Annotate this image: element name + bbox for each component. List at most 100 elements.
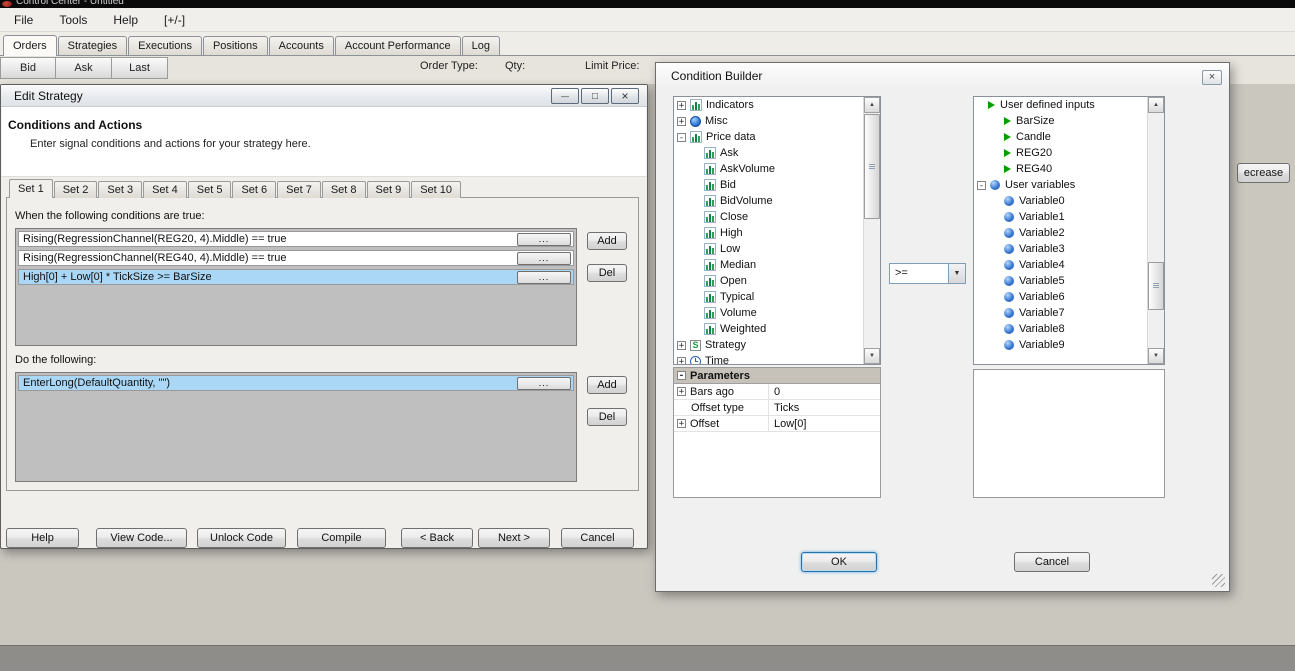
scroll-down-button[interactable] — [1148, 348, 1164, 364]
tree-item-variable1[interactable]: Variable1 — [974, 209, 1147, 225]
left-tree-scrollbar[interactable] — [863, 97, 880, 364]
close-dialog-button[interactable] — [1202, 70, 1222, 85]
scroll-thumb[interactable] — [1148, 262, 1164, 310]
view-code-button[interactable]: View Code... — [96, 528, 187, 548]
minimize-button[interactable] — [551, 88, 579, 104]
tree-item-reg20[interactable]: REG20 — [974, 145, 1147, 161]
scroll-thumb[interactable] — [864, 114, 880, 219]
decrease-button[interactable]: ecrease — [1237, 163, 1290, 183]
tab-set-1[interactable]: Set 1 — [9, 179, 53, 198]
maximize-button[interactable] — [581, 88, 609, 104]
tab-set-2[interactable]: Set 2 — [53, 181, 98, 198]
tree-item-high[interactable]: High — [674, 225, 863, 241]
action-row-1-selected[interactable]: EnterLong(DefaultQuantity, "") ... — [18, 375, 574, 391]
tree-item-ask[interactable]: Ask — [674, 145, 863, 161]
tree-item-close[interactable]: Close — [674, 209, 863, 225]
operator-dropdown[interactable]: >= — [889, 263, 966, 284]
tab-executions[interactable]: Executions — [128, 36, 202, 55]
tree-item-user-variables[interactable]: User variables — [974, 177, 1147, 193]
tree-item-volume[interactable]: Volume — [674, 305, 863, 321]
tab-set-4[interactable]: Set 4 — [143, 181, 187, 198]
parameters-header[interactable]: Parameters — [674, 368, 880, 384]
collapse-minus-icon[interactable] — [977, 180, 986, 190]
condition-row-3-selected[interactable]: High[0] + Low[0] * TickSize >= BarSize .… — [18, 269, 574, 285]
tree-item-variable3[interactable]: Variable3 — [974, 241, 1147, 257]
tab-log[interactable]: Log — [461, 36, 500, 55]
edit-condition-button[interactable]: ... — [517, 232, 571, 246]
edit-condition-button[interactable]: ... — [517, 270, 571, 284]
next-button[interactable]: Next > — [478, 528, 550, 548]
condition-row-2[interactable]: Rising(RegressionChannel(REG40, 4).Middl… — [18, 250, 574, 266]
tree-item-variable5[interactable]: Variable5 — [974, 273, 1147, 289]
tree-item-reg40[interactable]: REG40 — [974, 161, 1147, 177]
tree-item-median[interactable]: Median — [674, 257, 863, 273]
cancel-button[interactable]: Cancel — [1014, 552, 1090, 572]
menu-plus-minus[interactable]: [+/-] — [154, 10, 195, 30]
tree-item-user-defined-inputs[interactable]: User defined inputs — [974, 97, 1147, 113]
tab-orders[interactable]: Orders — [3, 35, 57, 56]
tree-item-indicators[interactable]: Indicators — [674, 97, 863, 113]
tab-set-10[interactable]: Set 10 — [411, 181, 461, 198]
tree-item-misc[interactable]: Misc — [674, 113, 863, 129]
back-button[interactable]: < Back — [401, 528, 473, 548]
edit-action-button[interactable]: ... — [517, 376, 571, 390]
tab-set-8[interactable]: Set 8 — [321, 181, 366, 198]
condition-builder-titlebar[interactable]: Condition Builder — [656, 63, 1229, 89]
help-button[interactable]: Help — [6, 528, 79, 548]
delete-action-button[interactable]: Del — [587, 408, 627, 426]
edit-strategy-titlebar[interactable]: Edit Strategy — [1, 85, 647, 107]
tree-item-variable9[interactable]: Variable9 — [974, 337, 1147, 353]
tab-set-6[interactable]: Set 6 — [232, 181, 277, 198]
compile-button[interactable]: Compile — [297, 528, 386, 548]
tree-item-bidvolume[interactable]: BidVolume — [674, 193, 863, 209]
right-tree-scrollbar[interactable] — [1147, 97, 1164, 364]
menu-tools[interactable]: Tools — [49, 10, 97, 30]
tab-strategies[interactable]: Strategies — [57, 36, 128, 55]
window-titlebar-sliver[interactable]: Control Center - Untitled — [0, 0, 1295, 8]
tree-item-weighted[interactable]: Weighted — [674, 321, 863, 337]
param-value-cell[interactable]: Low[0] — [769, 416, 880, 431]
tab-positions[interactable]: Positions — [202, 36, 268, 55]
param-row-offset[interactable]: Offset Low[0] — [674, 416, 880, 432]
chevron-down-icon[interactable] — [948, 264, 965, 283]
expand-plus-icon[interactable] — [677, 356, 686, 364]
menu-file[interactable]: File — [4, 10, 43, 30]
add-condition-button[interactable]: Add — [587, 232, 627, 250]
ok-button[interactable]: OK — [801, 552, 877, 572]
tab-set-3[interactable]: Set 3 — [98, 181, 143, 198]
tree-item-low[interactable]: Low — [674, 241, 863, 257]
tree-item-variable2[interactable]: Variable2 — [974, 225, 1147, 241]
collapse-minus-icon[interactable] — [677, 132, 686, 142]
tree-item-candle[interactable]: Candle — [974, 129, 1147, 145]
unlock-code-button[interactable]: Unlock Code — [197, 528, 286, 548]
tab-set-7[interactable]: Set 7 — [277, 181, 321, 198]
tab-set-5[interactable]: Set 5 — [187, 181, 232, 198]
close-button[interactable] — [611, 88, 639, 104]
add-action-button[interactable]: Add — [587, 376, 627, 394]
param-value-cell[interactable]: 0 — [769, 384, 880, 399]
param-row-offset-type[interactable]: Offset type Ticks — [674, 400, 880, 416]
scroll-up-button[interactable] — [864, 97, 880, 113]
tree-item-askvolume[interactable]: AskVolume — [674, 161, 863, 177]
tree-item-variable8[interactable]: Variable8 — [974, 321, 1147, 337]
collapse-minus-icon[interactable] — [677, 371, 686, 380]
param-row-bars-ago[interactable]: Bars ago 0 — [674, 384, 880, 400]
column-header-bid[interactable]: Bid — [0, 57, 56, 79]
tab-account-performance[interactable]: Account Performance — [334, 36, 461, 55]
tab-set-9[interactable]: Set 9 — [366, 181, 411, 198]
scroll-up-button[interactable] — [1148, 97, 1164, 113]
tab-accounts[interactable]: Accounts — [268, 36, 334, 55]
tree-item-variable7[interactable]: Variable7 — [974, 305, 1147, 321]
condition-row-1[interactable]: Rising(RegressionChannel(REG20, 4).Middl… — [18, 231, 574, 247]
tree-item-typical[interactable]: Typical — [674, 289, 863, 305]
tree-item-open[interactable]: Open — [674, 273, 863, 289]
delete-condition-button[interactable]: Del — [587, 264, 627, 282]
expand-plus-icon[interactable] — [677, 116, 686, 126]
expand-plus-icon[interactable] — [677, 100, 686, 110]
expand-plus-icon[interactable] — [677, 419, 686, 428]
tree-item-variable6[interactable]: Variable6 — [974, 289, 1147, 305]
expand-plus-icon[interactable] — [677, 387, 686, 396]
tree-item-strategy[interactable]: Strategy — [674, 337, 863, 353]
edit-condition-button[interactable]: ... — [517, 251, 571, 265]
param-value-cell[interactable]: Ticks — [769, 400, 880, 415]
